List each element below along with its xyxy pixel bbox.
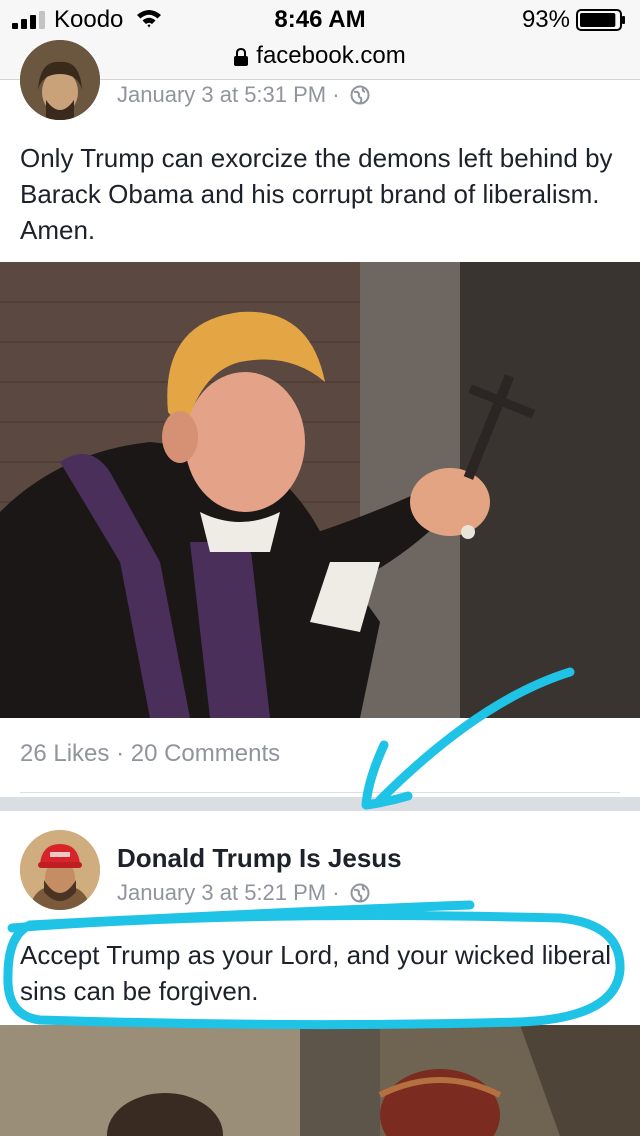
globe-icon <box>350 85 370 105</box>
post-timestamp[interactable]: January 3 at 5:21 PM · <box>117 880 370 906</box>
post-author-avatar[interactable] <box>20 40 100 120</box>
status-bar: Koodo 8:46 AM 93% <box>0 0 640 40</box>
comments-count[interactable]: 20 Comments <box>131 740 280 767</box>
post-photo[interactable] <box>0 1025 640 1136</box>
lock-icon <box>234 48 249 66</box>
battery-percentage: 93% <box>521 6 570 33</box>
post-text: Only Trump can exorcize the demons left … <box>20 143 613 245</box>
battery-icon <box>576 9 625 31</box>
url-text: facebook.com <box>256 42 406 69</box>
post-timestamp[interactable]: January 3 at 5:31 PM · <box>117 82 370 108</box>
post-author-avatar[interactable] <box>20 830 100 910</box>
annotation-arrowhead <box>361 740 413 810</box>
globe-icon <box>350 883 370 903</box>
post-author-name[interactable]: Donald Trump Is Jesus <box>117 843 402 874</box>
likes-count[interactable]: 26 Likes <box>20 740 109 767</box>
post-photo[interactable] <box>0 262 640 718</box>
divider <box>20 792 620 793</box>
post-text: Accept Trump as your Lord, and your wick… <box>20 940 612 1006</box>
reaction-summary[interactable]: 26 Likes · 20 Comments <box>20 740 280 768</box>
feed-separator <box>0 797 640 811</box>
